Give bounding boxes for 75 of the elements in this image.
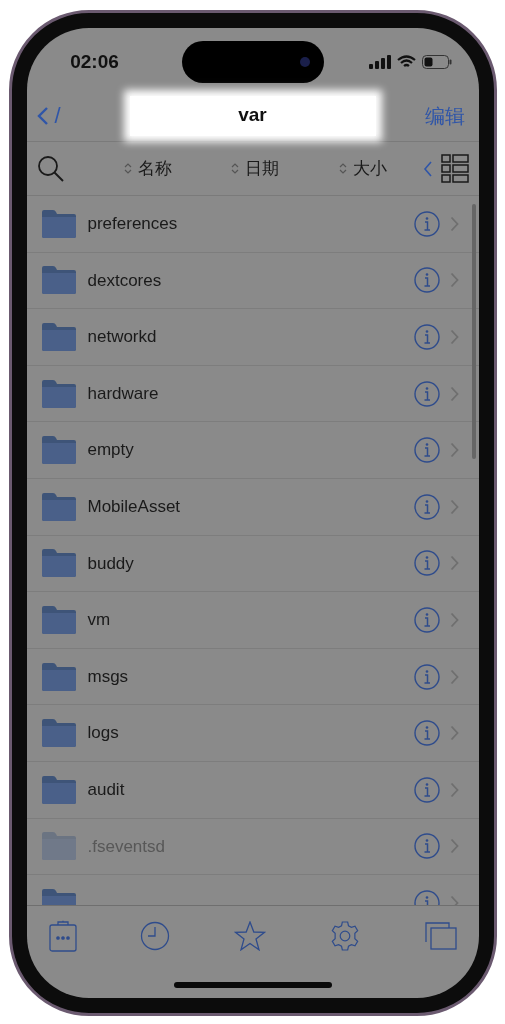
chevron-icon [449,838,459,855]
info-icon[interactable] [413,720,440,747]
file-row[interactable]: buddy [26,535,479,593]
file-name: vm [87,609,112,632]
file-name: logs [87,722,120,745]
sort-icon [124,162,133,175]
sort-column-button[interactable]: 名称 [124,155,173,182]
info-icon[interactable] [413,606,440,633]
folder-icon [39,661,78,692]
folder-icon [39,265,78,296]
settings-icon[interactable] [329,920,361,952]
folder-icon [39,718,78,749]
battery-icon [422,55,452,69]
star-icon[interactable] [233,921,266,951]
info-icon[interactable] [413,437,440,464]
chevron-icon [449,442,459,459]
folder-icon [39,435,78,466]
sort-icon [338,162,347,175]
folder-icon [39,208,78,239]
folder-icon [39,548,78,579]
file-row[interactable]: msgs [26,648,479,706]
status-time: 02:06 [69,49,120,74]
file-name: hardware [87,382,160,405]
file-row[interactable]: logs [26,705,479,762]
search-icon[interactable] [36,154,65,183]
file-name: audit [87,779,126,801]
chevron-left-icon[interactable] [422,159,433,178]
info-icon[interactable] [413,776,440,803]
folder-icon [39,491,78,522]
sort-column-button[interactable]: 大小 [338,155,387,182]
camera-icon [299,57,310,67]
clipboard-icon[interactable] [48,920,77,952]
chevron-icon [449,668,459,685]
file-name: buddy [87,552,135,575]
file-name: dextcores [87,269,163,292]
windows-icon[interactable] [424,922,457,950]
info-icon[interactable] [413,380,440,407]
file-row[interactable]: MobileAsset [26,478,479,536]
chevron-icon [449,498,459,515]
chevron-icon [449,329,459,345]
info-icon[interactable] [413,267,440,294]
info-icon[interactable] [413,550,440,577]
file-name: msgs [87,665,130,688]
file-row[interactable]: empty [26,422,479,479]
file-name: MobileAsset [87,496,182,518]
file-row[interactable]: audit [26,761,479,819]
chevron-icon [449,385,459,402]
chevron-icon [449,555,459,572]
folder-icon [39,604,78,635]
file-name: networkd [87,326,158,349]
info-icon[interactable] [413,833,440,860]
file-name: empty [87,439,135,462]
list-view-icon[interactable] [440,153,469,184]
chevron-icon [449,725,459,742]
signal-icon [369,55,391,69]
clock-icon[interactable] [140,921,170,951]
info-icon[interactable] [413,493,440,520]
folder-icon [39,831,78,862]
info-icon[interactable] [413,210,440,237]
file-row[interactable]: vm [26,592,479,649]
wifi-icon [397,55,416,69]
back-icon [36,105,49,126]
folder-icon [39,322,78,352]
folder-icon [39,774,78,805]
folder-icon [39,378,78,409]
file-name: preferences [87,213,179,236]
chevron-icon [449,611,459,628]
chevron-icon [449,215,459,232]
chevron-icon [449,781,459,798]
sort-icon [231,162,240,175]
chevron-icon [449,272,459,289]
sort-column-button[interactable]: 日期 [231,155,280,182]
window-title: var [129,95,376,136]
info-icon[interactable] [413,324,440,350]
info-icon[interactable] [413,663,440,690]
